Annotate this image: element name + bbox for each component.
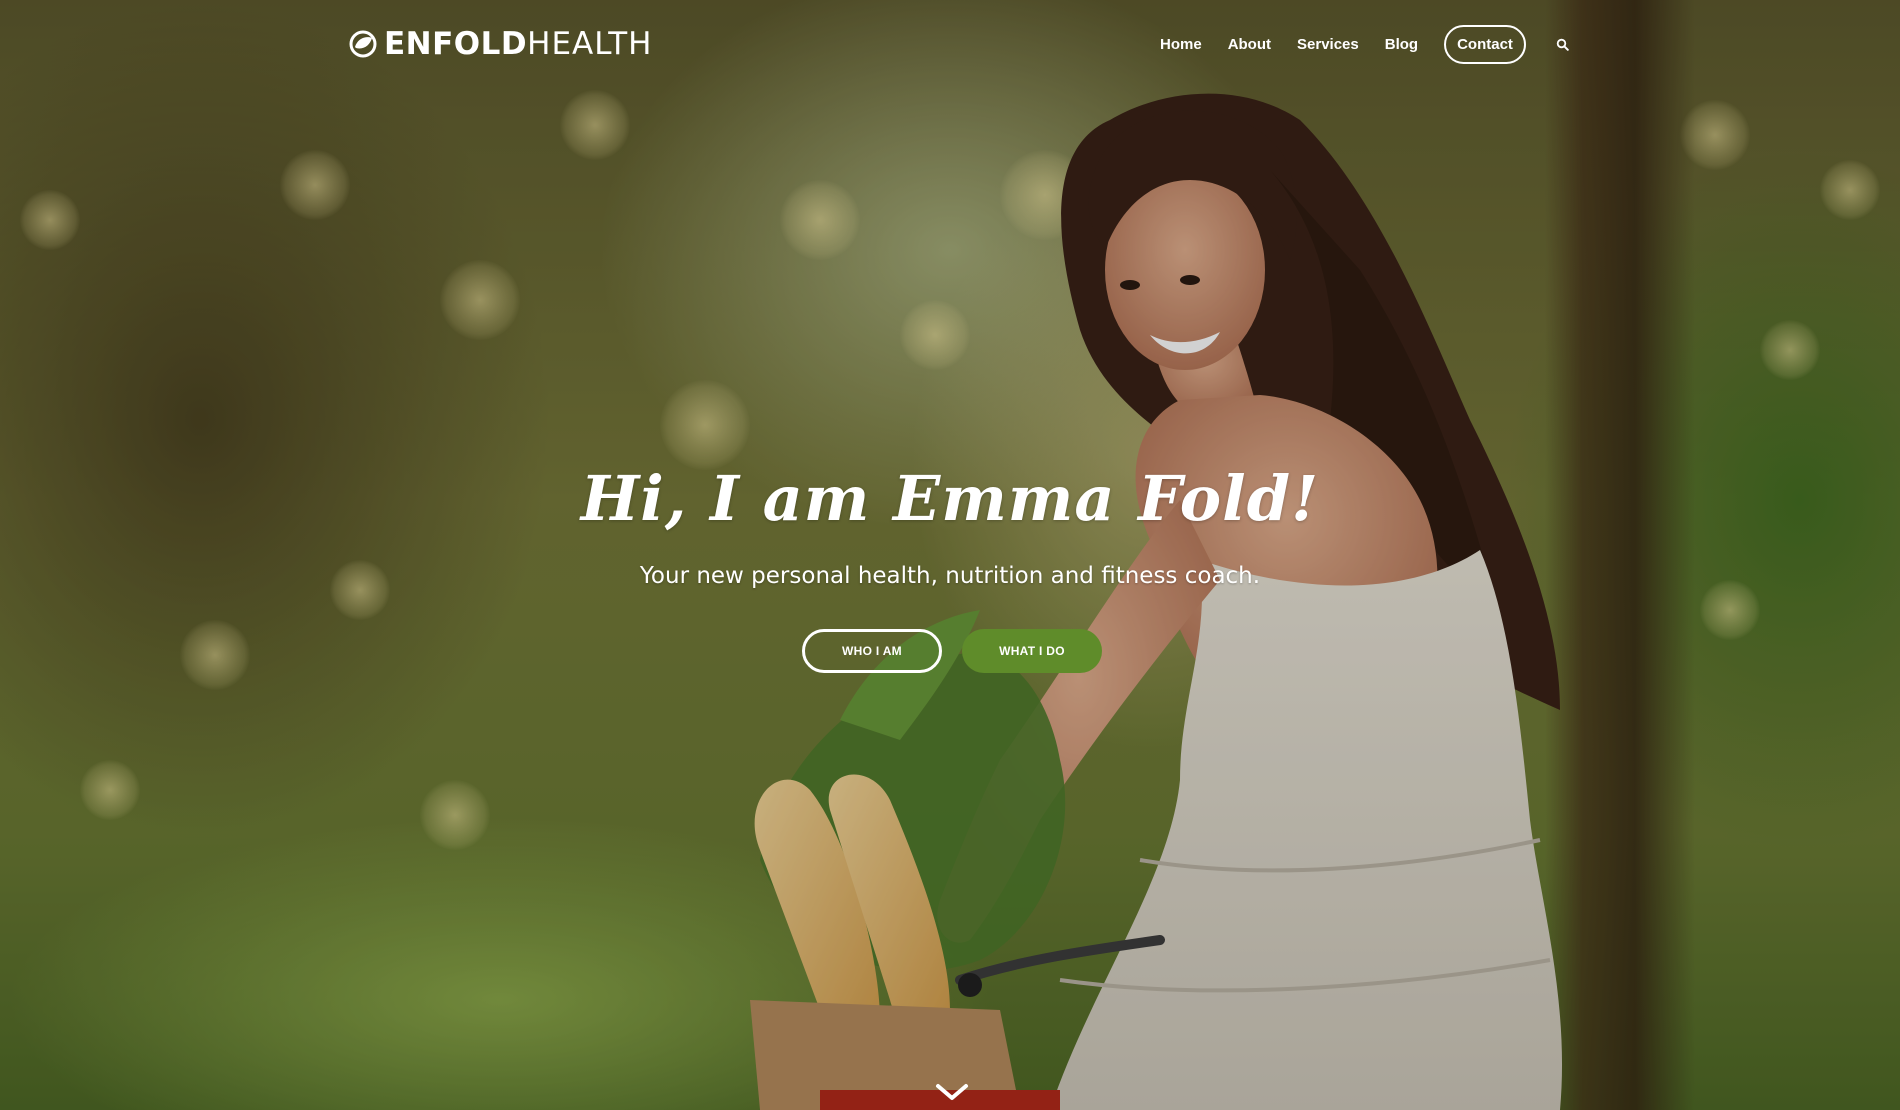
search-icon[interactable] bbox=[1556, 38, 1569, 51]
leaf-logo-icon bbox=[349, 30, 377, 58]
hero-overlay bbox=[0, 0, 1900, 1110]
site-logo[interactable]: ENFOLD HEALTH bbox=[348, 26, 653, 62]
logo-text-light: HEALTH bbox=[527, 26, 653, 62]
nav-item-about[interactable]: About bbox=[1228, 36, 1271, 53]
chevron-down-icon[interactable] bbox=[934, 1080, 970, 1104]
nav-contact-button[interactable]: Contact bbox=[1444, 24, 1526, 64]
hero-title: Hi, I am Emma Fold! bbox=[580, 462, 1320, 535]
what-i-do-button[interactable]: WHAT I DO bbox=[962, 629, 1102, 673]
who-i-am-button[interactable]: WHO I AM bbox=[802, 629, 942, 673]
nav-item-home[interactable]: Home bbox=[1160, 36, 1202, 53]
site-header: ENFOLD HEALTH Home About Services Blog Co… bbox=[0, 0, 1900, 90]
main-nav: Home About Services Blog Contact bbox=[1160, 22, 1569, 66]
logo-text-strong: ENFOLD bbox=[384, 26, 528, 62]
hero-subtitle: Your new personal health, nutrition and … bbox=[639, 563, 1261, 589]
nav-item-services[interactable]: Services bbox=[1297, 36, 1359, 53]
nav-item-blog[interactable]: Blog bbox=[1385, 36, 1418, 53]
hero-section: ENFOLD HEALTH Home About Services Blog Co… bbox=[0, 0, 1900, 1110]
hero-cta-group: WHO I AM WHAT I DO bbox=[802, 629, 1102, 673]
